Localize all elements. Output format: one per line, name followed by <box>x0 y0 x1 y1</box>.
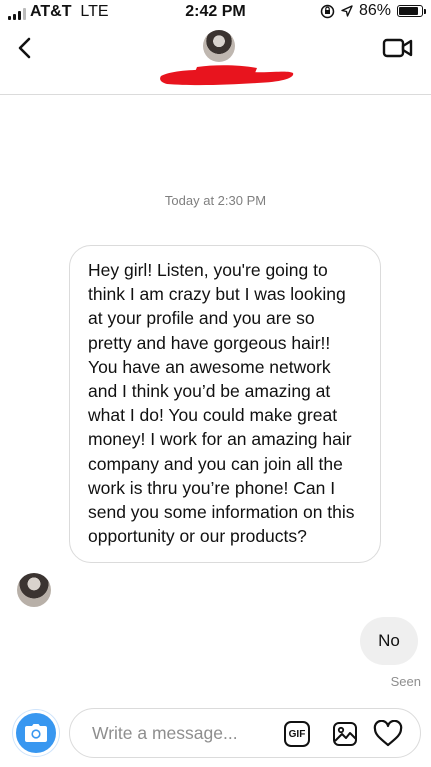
camera-icon <box>25 724 47 742</box>
battery-percent: 86% <box>358 2 391 19</box>
status-icons: 86% <box>302 2 426 20</box>
back-arrow-icon[interactable] <box>12 34 40 62</box>
heart-icon[interactable] <box>373 720 403 748</box>
gif-label: GIF <box>288 728 306 740</box>
outgoing-message-text: No <box>378 631 400 650</box>
chat-header <box>0 26 431 95</box>
redacted-username <box>160 65 294 86</box>
outgoing-message-bubble[interactable]: No <box>360 617 418 665</box>
message-input[interactable] <box>92 721 277 745</box>
gallery-icon[interactable] <box>331 720 359 748</box>
do-not-disturb-icon <box>304 5 311 17</box>
camera-button[interactable] <box>13 710 59 756</box>
incoming-message-bubble[interactable]: Hey girl! Listen, you're going to think … <box>69 245 381 564</box>
video-camera-icon[interactable] <box>382 34 414 62</box>
message-timestamp: Today at 2:30 PM <box>164 193 267 208</box>
avatar[interactable] <box>203 30 235 62</box>
gif-icon[interactable]: GIF <box>284 721 310 747</box>
battery-icon <box>397 5 426 17</box>
seen-receipt: Seen <box>390 674 421 689</box>
message-composer: GIF <box>69 708 421 758</box>
status-bar: AT&T LTE 2:42 PM 86% <box>0 0 431 26</box>
rotation-lock-icon <box>320 4 335 18</box>
location-icon <box>341 5 353 17</box>
sender-avatar[interactable] <box>17 573 51 607</box>
